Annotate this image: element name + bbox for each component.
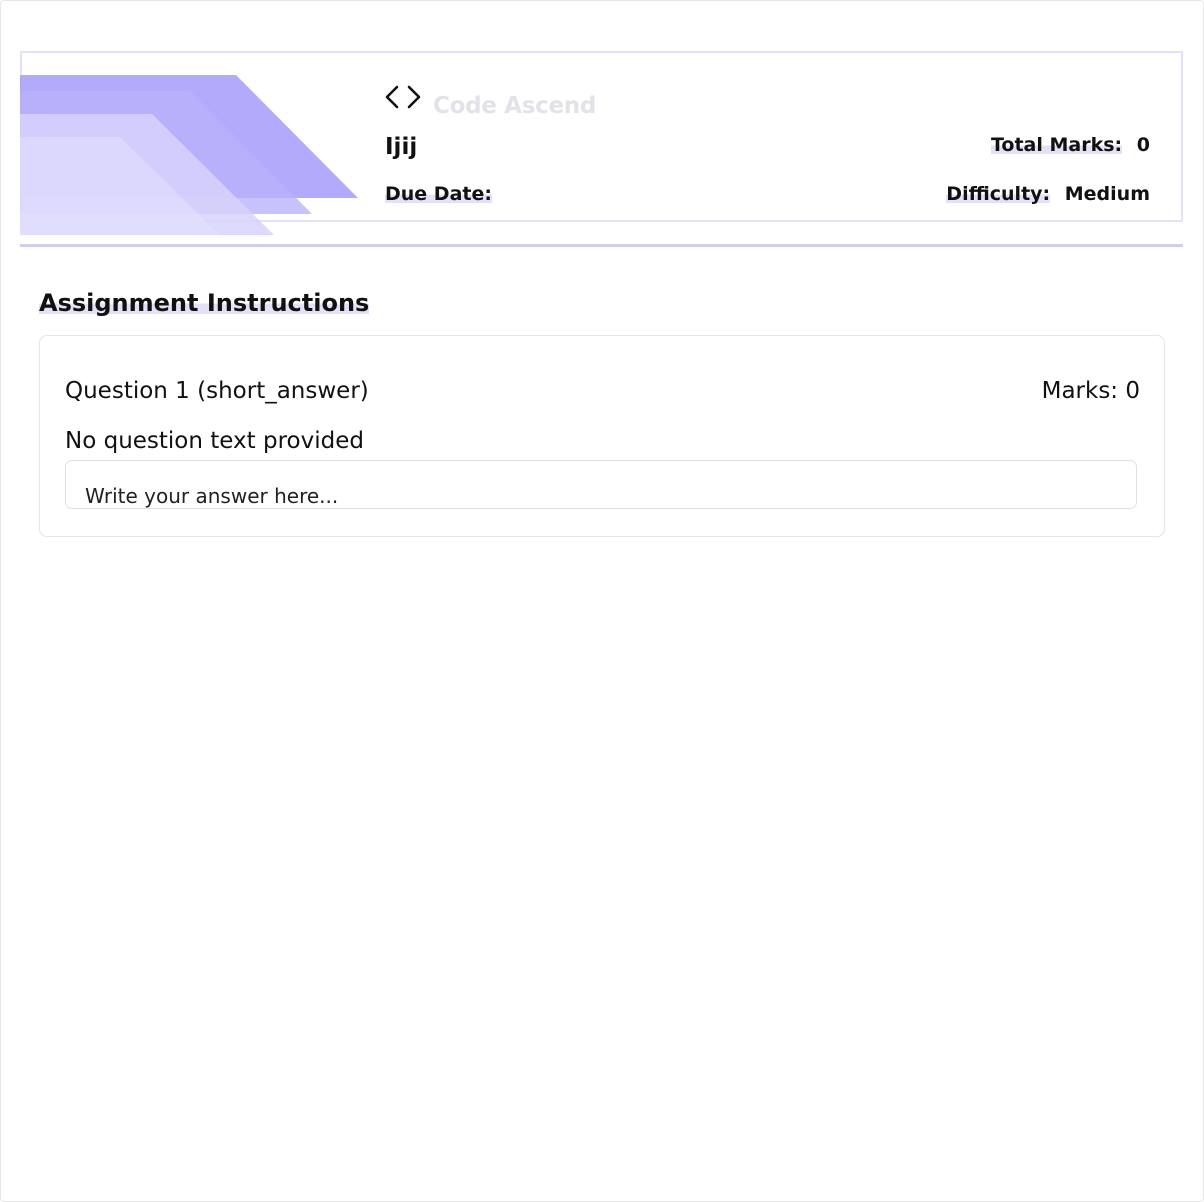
section-title-text: Assignment Instructions — [39, 289, 370, 317]
section-title: Assignment Instructions — [39, 288, 370, 318]
answer-input[interactable] — [66, 461, 1136, 508]
answer-box — [65, 460, 1137, 509]
difficulty-label: Difficulty: — [946, 183, 1051, 205]
question-heading: Question 1 (short_answer) — [65, 378, 369, 404]
question-card: Question 1 (short_answer) Marks: 0 No qu… — [39, 335, 1165, 537]
due-date-label: Due Date: — [385, 183, 492, 205]
code-brackets-icon — [385, 85, 421, 109]
header-divider — [20, 244, 1183, 247]
total-marks: Total Marks: 0 — [990, 133, 1150, 157]
question-marks: Marks: 0 — [1041, 378, 1140, 404]
question-text: No question text provided — [65, 428, 364, 454]
brand-name: Code Ascend — [433, 93, 597, 119]
due-date: Due Date: — [385, 182, 500, 206]
difficulty: Difficulty: Medium — [946, 182, 1150, 206]
total-marks-value: 0 — [1136, 134, 1150, 156]
banner-decoration — [20, 75, 358, 235]
brand-logo: Code Ascend — [385, 84, 596, 118]
assignment-title: Ijij — [385, 134, 418, 160]
total-marks-label: Total Marks: — [990, 134, 1123, 156]
difficulty-value: Medium — [1064, 183, 1150, 205]
